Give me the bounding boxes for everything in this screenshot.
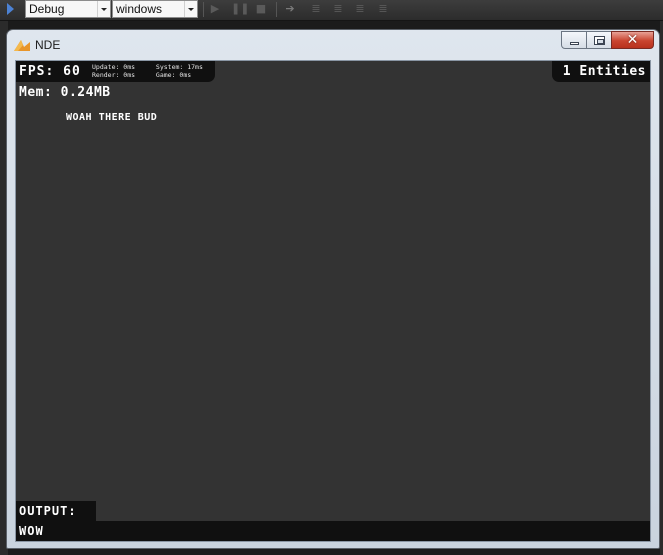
chevron-down-icon[interactable] [184, 1, 197, 17]
toolbar-divider [203, 2, 204, 17]
outdent-icon[interactable]: ≣ [376, 2, 390, 16]
pause-icon[interactable]: ❚❚ [231, 2, 249, 16]
solution-platform-select[interactable]: windows [112, 0, 198, 18]
fps-counter: FPS: 60 [19, 64, 81, 79]
nde-app-icon [14, 40, 30, 51]
indent-icon[interactable]: ≣ [353, 2, 367, 16]
step-out-icon[interactable]: ≣ [331, 2, 345, 16]
step-into-icon[interactable]: ≣ [309, 2, 323, 16]
output-label: OUTPUT: [19, 504, 77, 518]
update-time: Update: 0ms [92, 63, 136, 71]
ide-toolbar: Debug windows ▶ ❚❚ ■ ➔ ≣ ≣ ≣ ≣ [0, 0, 663, 21]
output-label-panel: OUTPUT: [16, 501, 96, 521]
entity-count-panel: 1 Entities [552, 61, 650, 82]
close-button[interactable]: ✕ [611, 31, 654, 49]
memory-usage: Mem: 0.24MB [19, 85, 111, 100]
maximize-button[interactable] [586, 31, 612, 49]
game-time: Game: 0ms [155, 71, 192, 79]
output-text: WOW [19, 524, 44, 538]
step-over-icon[interactable]: ➔ [283, 2, 297, 16]
maximize-icon [594, 36, 605, 45]
window-title: NDE [35, 38, 61, 52]
window-controls: ✕ [561, 31, 654, 50]
toolbar-divider [276, 2, 277, 17]
render-time: Render: 0ms [92, 71, 136, 79]
start-debug-icon[interactable]: ▶ [208, 2, 222, 16]
game-canvas[interactable]: FPS: 60 Update: 0ms System: 17ms Render:… [15, 60, 651, 542]
solution-configuration-select[interactable]: Debug [25, 0, 111, 18]
toolbar-expand-icon[interactable] [7, 3, 14, 15]
timing-readout: Update: 0ms System: 17ms Render: 0ms Gam… [92, 63, 203, 79]
stop-icon[interactable]: ■ [254, 2, 268, 16]
minimize-icon [570, 42, 579, 45]
stats-panel: FPS: 60 Update: 0ms System: 17ms Render:… [16, 61, 215, 82]
minimize-button[interactable] [561, 31, 587, 49]
nde-window[interactable]: NDE ✕ FPS: 60 Update: 0ms System: 17ms R [6, 29, 660, 549]
close-icon: ✕ [626, 32, 639, 48]
chevron-down-icon[interactable] [97, 1, 110, 17]
entity-count: 1 Entities [562, 64, 646, 79]
system-time: System: 17ms [155, 63, 203, 71]
solution-platform-value: windows [116, 2, 163, 16]
title-bar[interactable]: NDE ✕ [7, 30, 659, 57]
game-message: WOAH THERE BUD [66, 112, 158, 123]
output-console[interactable]: WOW [16, 521, 650, 541]
solution-configuration-value: Debug [29, 2, 65, 16]
